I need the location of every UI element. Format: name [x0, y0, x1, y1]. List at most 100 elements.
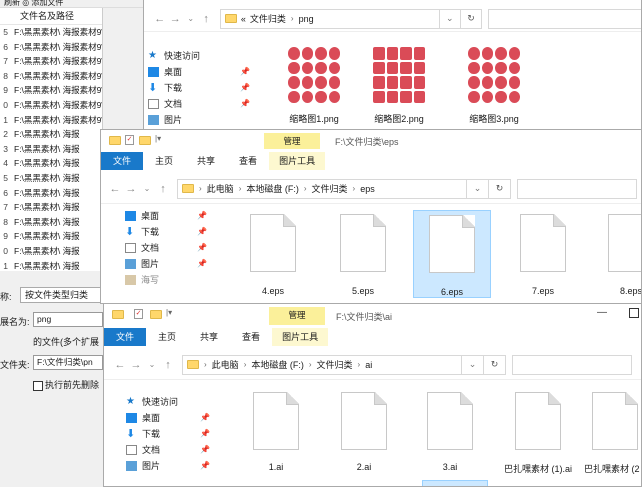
file-item[interactable]: 7.eps — [511, 214, 575, 296]
file-item[interactable]: 3.ai — [418, 392, 482, 472]
file-item[interactable]: 缩略图1.png — [274, 44, 354, 125]
table-row[interactable]: 0 F:\黑黑素材\ 海报 — [0, 244, 102, 259]
breadcrumb-file-categories[interactable]: 文件归类 — [317, 358, 353, 371]
tab-file[interactable]: 文件 — [104, 328, 147, 346]
breadcrumb-this-pc[interactable]: 此电脑 — [212, 358, 239, 371]
table-row[interactable]: 9 F:\黑黑素材\ 海报素材9\10. a — [0, 83, 102, 98]
recent-chevron-icon[interactable]: ⌄ — [183, 14, 198, 23]
breadcrumb-overflow[interactable]: « — [241, 14, 246, 24]
address-bar-png[interactable]: « 文件归类 › png — [219, 8, 440, 29]
breadcrumb-eps[interactable]: eps — [360, 184, 375, 194]
column-header-path[interactable]: 文件名及路径 — [0, 8, 102, 25]
table-row[interactable]: 1 F:\黑黑素材\ 海报素材9\2. ai — [0, 113, 102, 128]
sidebar-item-desktop[interactable]: 桌面 📌 — [121, 208, 211, 224]
table-row[interactable]: 9 F:\黑黑素材\ 海报 — [0, 229, 102, 244]
recent-chevron-icon[interactable]: ⌄ — [144, 360, 160, 369]
table-row[interactable]: 4 F:\黑黑素材\ 海报 — [0, 156, 102, 171]
table-row[interactable]: 8 F:\黑黑素材\ 海报 — [0, 215, 102, 230]
sidebar-item-downloads[interactable]: ⬇ 下载 📌 — [121, 224, 211, 240]
address-dropdown-icon[interactable]: ⌄ — [439, 8, 461, 29]
sidebar-item-documents[interactable]: 文档 📌 — [121, 240, 211, 256]
file-item[interactable]: 4.eps — [241, 214, 305, 296]
breadcrumb-ai[interactable]: ai — [365, 360, 372, 370]
sidebar-item-downloads[interactable]: ⬇ 下载 📌 — [144, 80, 254, 96]
manage-context-label[interactable]: 管理 — [269, 307, 325, 325]
new-folder-icon[interactable] — [139, 136, 151, 145]
file-item-selected-partial[interactable] — [422, 480, 488, 486]
sidebar-item-desktop[interactable]: 桌面 📌 — [144, 64, 254, 80]
file-item[interactable]: 8.eps — [599, 214, 641, 296]
new-folder-icon[interactable] — [150, 310, 162, 319]
table-row[interactable]: 5 F:\黑黑素材\ 海报 — [0, 171, 102, 186]
search-input-eps[interactable] — [517, 178, 637, 199]
breadcrumb-this-pc[interactable]: 此电脑 — [207, 182, 234, 195]
search-input-ai[interactable] — [512, 354, 632, 375]
tab-share[interactable]: 共享 — [185, 152, 227, 170]
file-item[interactable]: 2.ai — [332, 392, 396, 472]
table-row[interactable]: 8 F:\黑黑素材\ 海报素材9\1. jp — [0, 69, 102, 84]
table-row[interactable]: 0 F:\黑黑素材\ 海报素材9\10. j — [0, 98, 102, 113]
refresh-icon[interactable]: ↻ — [484, 354, 506, 375]
file-item[interactable]: 1.ai — [244, 392, 308, 472]
table-row[interactable]: 5 F:\黑黑素材\ 海报素材9\福禄 — [0, 25, 102, 40]
address-bar-eps[interactable]: › 此电脑 › 本地磁盘 (F:) › 文件归类 › eps — [177, 178, 467, 199]
tab-picture-tools[interactable]: 图片工具 — [269, 152, 326, 170]
delete-first-option[interactable]: 执行前先删除 — [33, 378, 99, 391]
sidebar-item-quick-access[interactable]: ★ 快速访问 — [144, 48, 254, 64]
maximize-icon[interactable] — [629, 308, 639, 318]
file-path-list[interactable]: 文件名及路径 5 F:\黑黑素材\ 海报素材9\福禄 6 F:\黑黑素材\ 海报素材9… — [0, 8, 103, 271]
back-icon[interactable]: ← — [107, 183, 123, 195]
properties-icon[interactable]: ✓ — [125, 135, 134, 145]
up-icon[interactable]: ↑ — [155, 183, 171, 195]
recent-chevron-icon[interactable]: ⌄ — [139, 184, 155, 193]
refresh-icon[interactable]: ↻ — [489, 178, 511, 199]
manage-context-label[interactable]: 管理 — [264, 133, 320, 149]
sidebar-item-pictures[interactable]: 图片 — [144, 112, 254, 128]
sidebar-item-pictures[interactable]: 图片 📌 — [122, 458, 214, 474]
table-row[interactable]: 7 F:\黑黑素材\ 海报 — [0, 200, 102, 215]
target-folder-input[interactable]: F:\文件归类\pn — [33, 355, 103, 370]
file-item[interactable]: 缩略图3.png — [454, 44, 534, 125]
search-input-png[interactable] — [488, 8, 641, 29]
breadcrumb-local-disk[interactable]: 本地磁盘 (F:) — [251, 358, 304, 371]
tab-view[interactable]: 查看 — [230, 328, 272, 346]
extension-input[interactable]: png — [33, 312, 103, 327]
file-item[interactable]: 5.eps — [331, 214, 395, 296]
properties-icon[interactable]: ✓ — [134, 309, 143, 319]
file-item[interactable]: 巴扎嘿素材 (2 — [584, 392, 641, 475]
qat-dropdown-icon[interactable]: |▾ — [166, 308, 172, 317]
table-row[interactable]: 6 F:\黑黑素材\ 海报 — [0, 186, 102, 201]
tool-toolbar[interactable]: 刷新 ◎ 添加文件 — [0, 0, 150, 8]
file-item[interactable]: 缩略图2.png — [359, 44, 439, 125]
sidebar-item-quick-access[interactable]: ★ 快速访问 — [122, 394, 214, 410]
up-icon[interactable]: ↑ — [160, 359, 176, 371]
sidebar-item-folder[interactable]: 海写 — [121, 272, 211, 288]
tab-picture-tools[interactable]: 图片工具 — [272, 328, 329, 346]
back-icon[interactable]: ← — [152, 13, 167, 25]
up-icon[interactable]: ↑ — [198, 13, 213, 25]
file-item[interactable]: 巴扎嘿素材 (1).ai — [498, 392, 578, 475]
address-bar-ai[interactable]: › 此电脑 › 本地磁盘 (F:) › 文件归类 › ai — [182, 354, 462, 375]
sidebar-item-pictures[interactable]: 图片 📌 — [121, 256, 211, 272]
table-row[interactable]: 7 F:\黑黑素材\ 海报素材9\1. ai — [0, 54, 102, 69]
sidebar-item-documents[interactable]: 文档 📌 — [122, 442, 214, 458]
table-row[interactable]: 3 F:\黑黑素材\ 海报 — [0, 142, 102, 157]
tab-file[interactable]: 文件 — [101, 152, 144, 170]
minimize-icon[interactable]: — — [597, 307, 607, 318]
sidebar-item-documents[interactable]: 文档 📌 — [144, 96, 254, 112]
sidebar-item-downloads[interactable]: ⬇ 下载 📌 — [122, 426, 214, 442]
breadcrumb-png[interactable]: png — [299, 14, 314, 24]
breadcrumb-file-categories[interactable]: 文件归类 — [312, 182, 348, 195]
address-dropdown-icon[interactable]: ⌄ — [467, 178, 489, 199]
file-item-selected[interactable]: 6.eps — [413, 210, 491, 298]
forward-icon[interactable]: → — [123, 183, 139, 195]
refresh-icon[interactable]: ↻ — [460, 8, 483, 29]
forward-icon[interactable]: → — [128, 359, 144, 371]
address-dropdown-icon[interactable]: ⌄ — [462, 354, 484, 375]
tab-home[interactable]: 主页 — [143, 152, 185, 170]
table-row[interactable]: 2 F:\黑黑素材\ 海报 — [0, 127, 102, 142]
back-icon[interactable]: ← — [112, 359, 128, 371]
table-row[interactable]: 6 F:\黑黑素材\ 海报素材9\福禄 — [0, 40, 102, 55]
breadcrumb-local-disk[interactable]: 本地磁盘 (F:) — [246, 182, 299, 195]
qat-dropdown-icon[interactable]: |▾ — [155, 134, 161, 143]
